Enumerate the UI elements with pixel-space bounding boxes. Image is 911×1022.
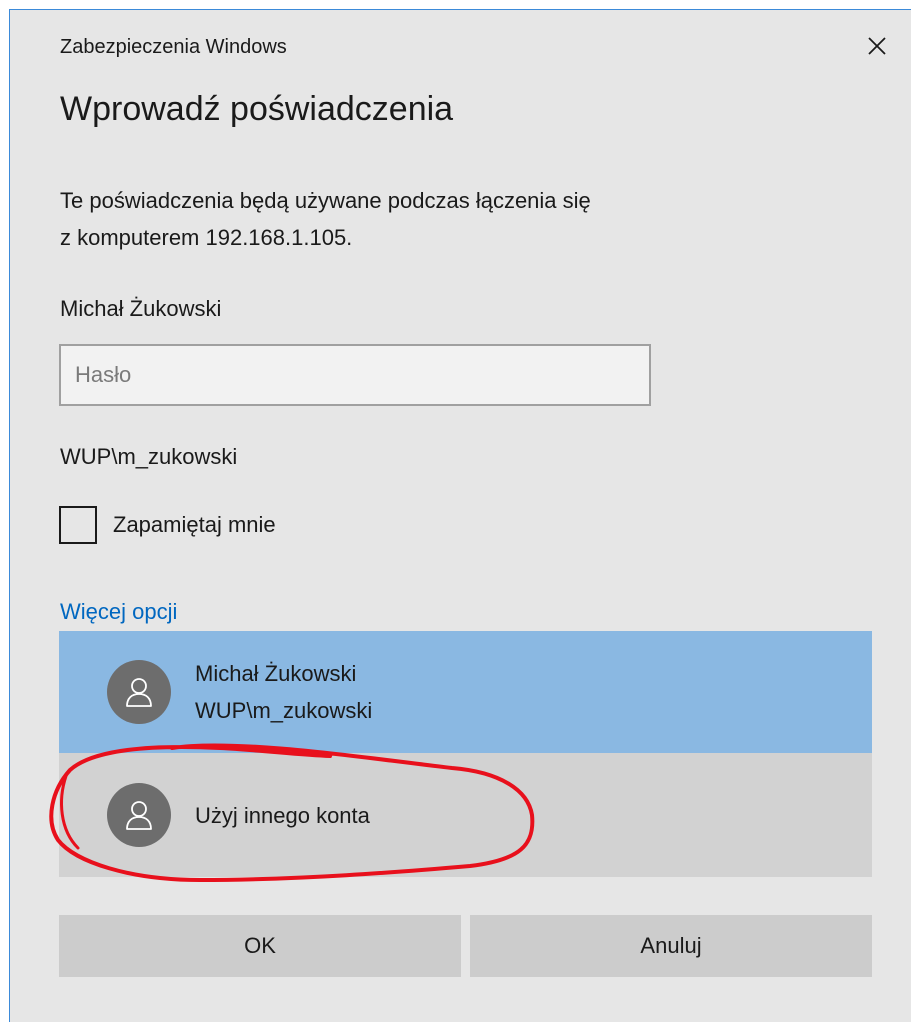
cancel-button[interactable]: Anuluj [470,915,872,977]
more-options-link[interactable]: Więcej opcji [60,599,177,625]
window-title: Zabezpieczenia Windows [60,36,287,58]
checkbox-box[interactable] [59,506,97,544]
account-text: Michał Żukowski WUP\m_zukowski [195,655,372,729]
account-list: Michał Żukowski WUP\m_zukowski Użyj inne… [59,631,872,877]
remember-me-label: Zapamiętaj mnie [113,512,276,537]
account-text: Użyj innego konta [195,797,370,834]
user-avatar-icon [107,660,171,724]
account-login: WUP\m_zukowski [195,698,373,723]
account-item-other[interactable]: Użyj innego konta [59,753,872,877]
dialog-buttons: OK Anuluj [59,915,872,977]
description-line-1: Te poświadczenia będą używane podczas łą… [60,188,591,213]
account-name: Michał Żukowski [195,661,357,686]
person-icon [126,801,152,830]
account-item-current[interactable]: Michał Żukowski WUP\m_zukowski [59,631,872,753]
user-display-name: Michał Żukowski [60,296,222,321]
person-icon [126,678,152,707]
dialog-description: Te poświadczenia będą używane podczas łą… [60,182,760,256]
close-button[interactable] [861,30,893,62]
account-name: Użyj innego konta [195,802,370,828]
remember-me-checkbox[interactable]: Zapamiętaj mnie [59,506,276,544]
credentials-dialog: Zabezpieczenia Windows Wprowadź poświadc… [9,9,911,1022]
description-line-2: z komputerem 192.168.1.105. [60,225,353,250]
user-avatar-icon [107,783,171,847]
close-icon [868,37,886,55]
password-input[interactable] [59,344,651,406]
dialog-heading: Wprowadź poświadczenia [60,90,454,128]
ok-button[interactable]: OK [59,915,461,977]
domain-username: WUP\m_zukowski [60,444,238,469]
